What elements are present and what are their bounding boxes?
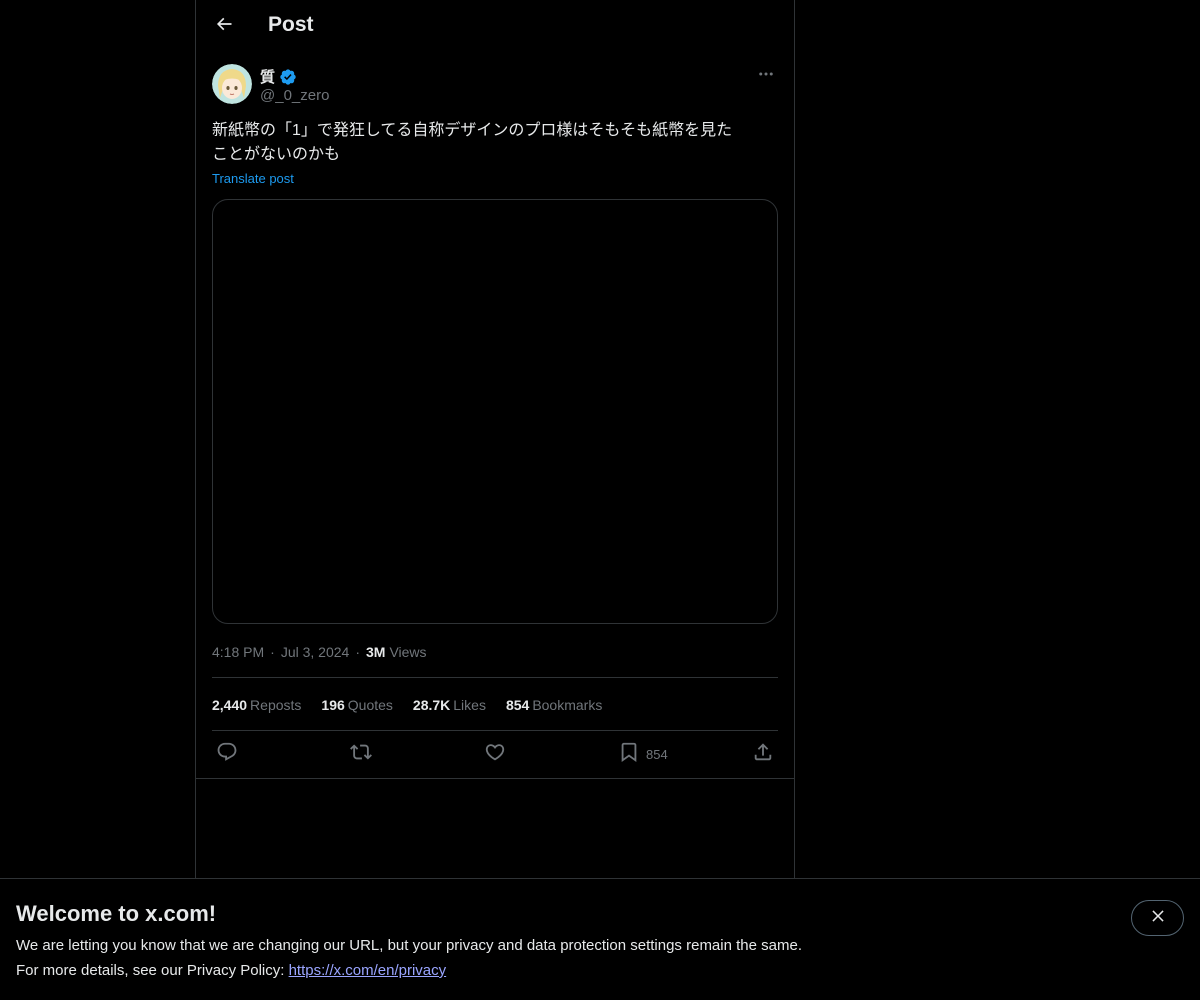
stat-label: Quotes [347,697,393,713]
post-actions: 854 [212,741,778,767]
post-time[interactable]: 4:18 PM [212,644,264,660]
author-handle[interactable]: @_0_zero [260,87,329,104]
close-icon [1149,907,1167,930]
banner-policy-prefix: For more details, see our Privacy Policy… [16,962,289,979]
divider [212,730,778,731]
reply-button[interactable] [216,741,238,767]
arrow-left-icon [214,14,234,39]
stat-quotes[interactable]: 196 Quotes [321,697,393,713]
like-button[interactable] [484,741,506,767]
post-text-line: 新紙幣の「1」で発狂してる自称デザインのプロ様はそもそも紙幣を見た [212,122,733,139]
more-dots-icon [757,65,775,88]
translate-post-link[interactable]: Translate post [212,171,294,186]
url-change-banner: Welcome to x.com! We are letting you kno… [0,878,1200,1000]
share-icon [752,741,774,768]
stat-count: 2,440 [212,697,248,713]
meta-separator: · [270,644,275,660]
divider [196,778,794,779]
stat-label: Reposts [250,697,302,713]
banner-title: Welcome to x.com! [16,901,217,926]
views-count: 3M [365,644,386,660]
views-label: Views [389,644,427,660]
bookmark-count: 854 [646,746,668,762]
post-text-line: ことがないのかも [212,146,341,163]
stat-count: 28.7K [412,697,451,713]
banner-policy-line: For more details, see our Privacy Policy… [16,962,446,979]
stat-reposts[interactable]: 2,440 Reposts [212,697,301,713]
meta-separator: · [355,644,360,660]
post-text: 新紙幣の「1」で発狂してる自称デザインのプロ様はそもそも紙幣を見た ことがないの… [212,119,778,167]
author-display-name[interactable]: 質 [260,66,297,87]
author-row: 質 @_0_zero [212,64,778,108]
stat-likes[interactable]: 28.7K Likes [413,697,486,713]
stat-label: Likes [453,697,486,713]
verified-badge-icon [279,68,297,86]
post-header: Post [196,0,794,53]
reply-icon [216,741,238,768]
divider [212,677,778,678]
stat-label: Bookmarks [532,697,603,713]
post-media[interactable] [212,199,778,624]
repost-button[interactable] [350,741,372,767]
stat-bookmarks[interactable]: 854 Bookmarks [506,697,602,713]
author-name-text: 質 [260,69,276,86]
more-options-button[interactable] [754,64,778,88]
bookmark-button[interactable]: 854 [618,741,668,767]
repost-icon [350,741,372,768]
share-button[interactable] [752,741,774,767]
post-stats: 2,440 Reposts 196 Quotes 28.7K Likes 854 Boo… [212,694,622,716]
stat-count: 196 [321,697,345,713]
post-date[interactable]: Jul 3, 2024 [281,644,350,660]
back-button[interactable] [206,8,242,44]
stat-count: 854 [505,697,530,713]
avatar[interactable] [212,64,252,104]
privacy-policy-link[interactable]: https://x.com/en/privacy [289,962,447,979]
heart-icon [484,741,506,768]
banner-close-button[interactable] [1131,900,1184,936]
page-title: Post [268,13,314,36]
bookmark-icon [618,741,640,768]
post-meta: 4:18 PM · Jul 3, 2024 · 3M Views [212,642,427,662]
post-column: Post 質 @_0_zero 新紙幣の「1」で発狂してる自称デザインのプロ様は… [195,0,795,1000]
banner-message: We are letting you know that we are chan… [16,937,802,954]
